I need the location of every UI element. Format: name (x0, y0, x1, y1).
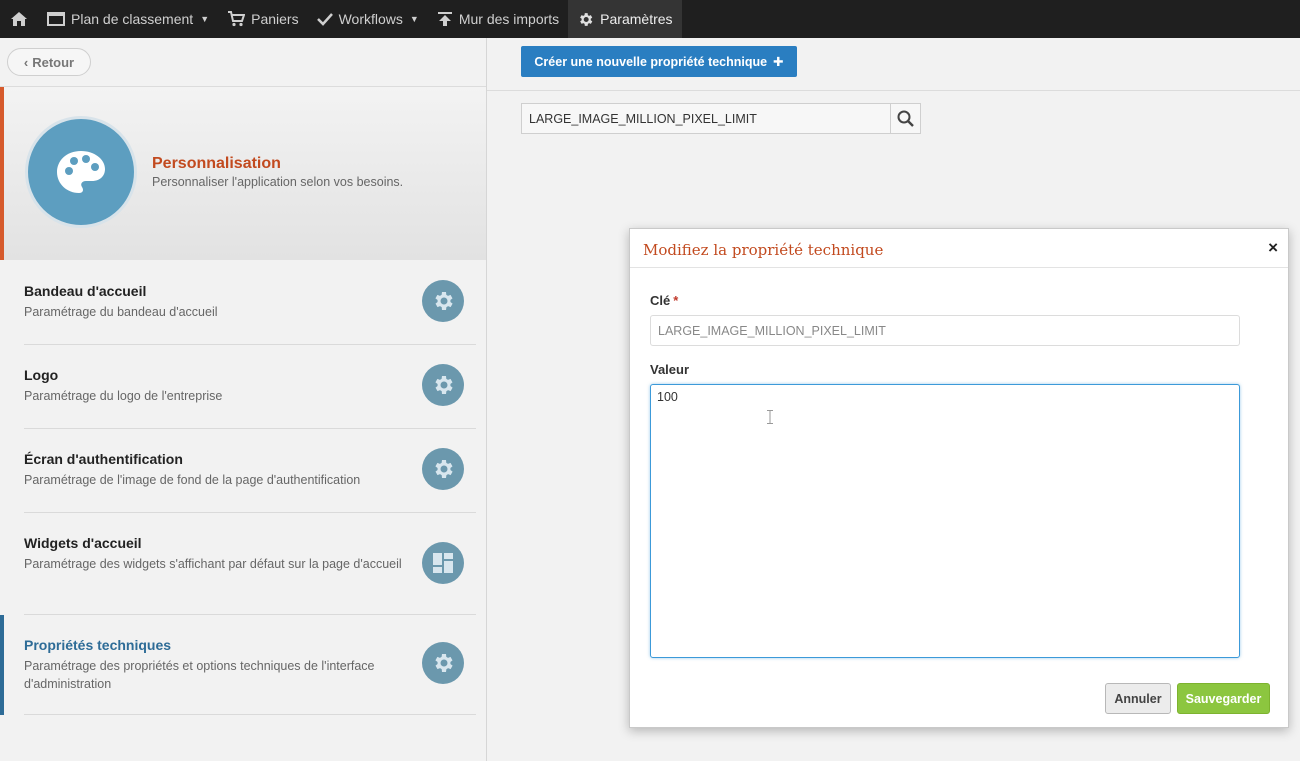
folder-icon (47, 12, 65, 26)
hero-title: Personnalisation (152, 155, 281, 172)
key-label-text: Clé (650, 293, 671, 308)
cart-icon (228, 11, 246, 27)
sidebar-item-bandeau[interactable]: Bandeau d'accueil Paramétrage du bandeau… (24, 280, 476, 345)
check-icon (316, 13, 333, 26)
home-icon (11, 12, 27, 26)
sidebar-item-authentification[interactable]: Écran d'authentification Paramétrage de … (24, 448, 476, 513)
cancel-button[interactable]: Annuler (1105, 683, 1171, 714)
sidebar-item-title: Écran d'authentification (24, 451, 183, 467)
sidebar-item-proprietes-techniques[interactable]: Propriétés techniques Paramétrage des pr… (24, 637, 476, 715)
upload-icon (437, 12, 452, 26)
sidebar-item-desc: Paramétrage des widgets s'affichant par … (24, 557, 402, 571)
key-label: Clé * (650, 293, 678, 308)
nav-label: Paramètres (600, 11, 673, 27)
value-label: Valeur (650, 362, 690, 377)
nav-mur-des-imports[interactable]: Mur des imports (428, 0, 568, 38)
active-indicator (0, 615, 4, 715)
nav-label: Mur des imports (458, 11, 560, 27)
hero-avatar (25, 116, 137, 228)
edit-property-modal: Modifiez la propriété technique × Clé * L… (629, 228, 1289, 728)
nav-plan-de-classement[interactable]: Plan de classement ▼ (38, 0, 218, 38)
sidebar-item-desc: Paramétrage du logo de l'entreprise (24, 389, 223, 403)
sidebar-item-desc: Paramétrage du bandeau d'accueil (24, 305, 218, 319)
create-label: Créer une nouvelle propriété technique (534, 54, 768, 69)
gear-icon (422, 280, 464, 322)
top-nav: Plan de classement ▼ Paniers Workflows ▼… (0, 0, 1300, 38)
caret-down-icon: ▼ (409, 14, 419, 24)
sidebar-item-title: Propriétés techniques (24, 637, 172, 653)
back-label: Retour (32, 54, 75, 70)
search-button[interactable] (890, 104, 920, 133)
nav-label: Plan de classement (71, 11, 194, 27)
nav-workflows[interactable]: Workflows ▼ (308, 0, 428, 38)
sidebar-item-title: Bandeau d'accueil (24, 283, 147, 299)
plus-icon: ✚ (773, 55, 784, 69)
main-toolbar: Créer une nouvelle propriété technique ✚ (487, 38, 1300, 91)
sidebar-item-desc: Paramétrage de l'image de fond de la pag… (24, 473, 361, 487)
sidebar-item-title: Widgets d'accueil (24, 535, 142, 551)
modal-header: Modifiez la propriété technique × (630, 229, 1288, 268)
chevron-left-icon: ‹ (23, 54, 29, 70)
key-field: LARGE_IMAGE_MILLION_PIXEL_LIMIT (650, 315, 1240, 346)
gear-icon (580, 12, 593, 26)
create-property-button[interactable]: Créer une nouvelle propriété technique ✚ (521, 46, 797, 77)
gear-icon (422, 642, 464, 684)
gear-icon (422, 364, 464, 406)
palette-icon (57, 151, 105, 193)
sidebar-item-title: Logo (24, 367, 59, 383)
sidebar-item-desc: Paramétrage des propriétés et options te… (24, 659, 375, 691)
close-icon[interactable]: × (1268, 238, 1278, 258)
modal-title: Modifiez la propriété technique (643, 241, 884, 259)
sidebar-item-widgets[interactable]: Widgets d'accueil Paramétrage des widget… (24, 535, 476, 615)
search-icon (897, 110, 914, 127)
gear-icon (422, 448, 464, 490)
caret-down-icon: ▼ (200, 14, 210, 24)
nav-label: Paniers (251, 11, 299, 27)
nav-label: Workflows (338, 11, 403, 27)
value-textarea[interactable]: 100 (650, 384, 1240, 658)
sidebar-item-logo[interactable]: Logo Paramétrage du logo de l'entreprise (24, 364, 476, 429)
settings-sidebar: ‹ Retour Personnalisation Personnaliser … (0, 38, 487, 761)
hero-subtitle: Personnaliser l'application selon vos be… (152, 175, 404, 189)
dashboard-icon (422, 542, 464, 584)
search-input[interactable] (522, 104, 890, 133)
required-mark: * (673, 293, 679, 308)
back-bar: ‹ Retour (0, 38, 486, 87)
nav-paniers[interactable]: Paniers (218, 0, 307, 38)
nav-parametres[interactable]: Paramètres (568, 0, 682, 38)
back-button[interactable]: ‹ Retour (7, 48, 91, 76)
search-box (521, 103, 921, 134)
text-cursor-icon (767, 410, 773, 424)
home-button[interactable] (0, 0, 38, 38)
save-button[interactable]: Sauvegarder (1177, 683, 1270, 714)
section-hero: Personnalisation Personnaliser l'applica… (0, 87, 486, 260)
